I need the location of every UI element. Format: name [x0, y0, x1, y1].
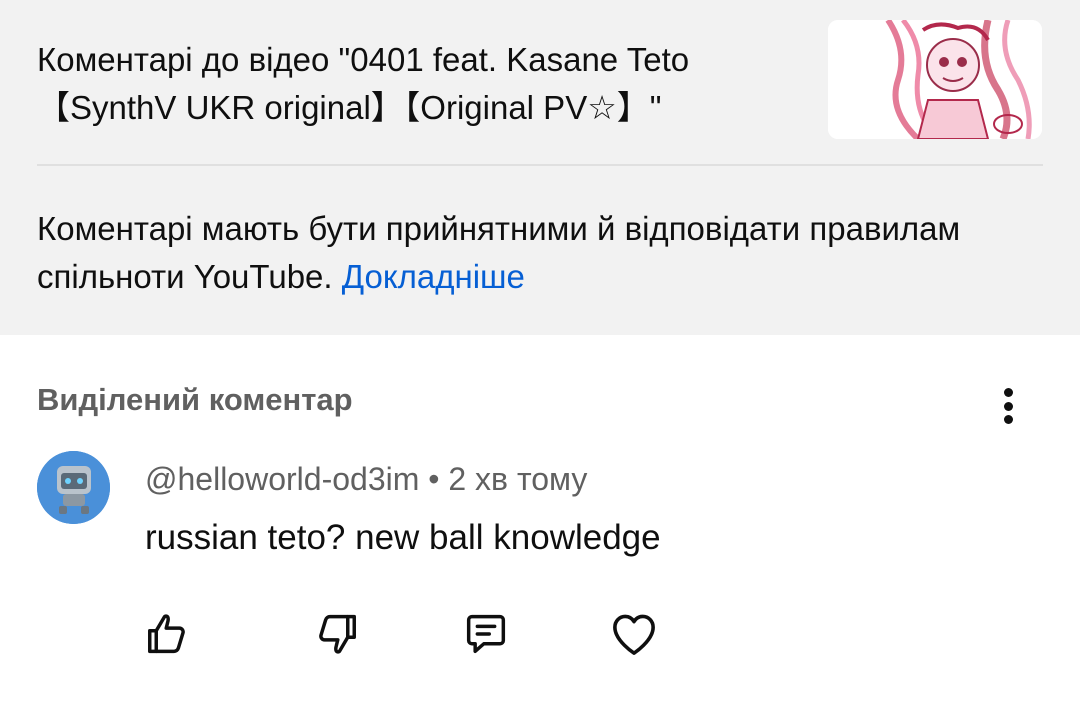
- comment-author[interactable]: @helloworld-od3im: [145, 461, 419, 497]
- thumb-down-icon: [319, 614, 356, 654]
- video-title: Коментарі до відео "0401 feat. Kasane Te…: [37, 41, 690, 126]
- reply-button[interactable]: [458, 606, 514, 662]
- comment-time: 2 хв тому: [448, 461, 588, 497]
- divider: [37, 164, 1043, 166]
- like-button[interactable]: [138, 606, 194, 662]
- comments-info-panel: Коментарі до відео "0401 feat. Kasane Te…: [0, 0, 1080, 335]
- video-thumbnail[interactable]: [828, 20, 1042, 139]
- more-vertical-icon-dot: [1003, 401, 1013, 411]
- more-options-button[interactable]: [988, 380, 1028, 432]
- heart-icon: [613, 614, 655, 655]
- robot-avatar-icon: [37, 451, 110, 524]
- thumb-up-icon: [148, 614, 185, 654]
- learn-more-link[interactable]: Докладніше: [342, 258, 525, 295]
- more-vertical-icon: [1003, 388, 1013, 397]
- community-guidelines-notice: Коментарі мають бути прийнятними й відпо…: [37, 205, 1037, 301]
- heart-button[interactable]: [606, 606, 662, 662]
- comment-text: russian teto? new ball knowledge: [145, 518, 661, 557]
- comment-reply-icon: [466, 614, 506, 654]
- dislike-button[interactable]: [310, 606, 366, 662]
- video-thumbnail-art-icon: [828, 20, 1042, 139]
- comment-meta: @helloworld-od3im • 2 хв тому: [145, 458, 587, 500]
- avatar[interactable]: [37, 451, 110, 524]
- more-vertical-icon-dot: [1003, 415, 1013, 424]
- highlighted-comment-heading: Виділений коментар: [37, 382, 353, 417]
- meta-separator: •: [428, 461, 440, 497]
